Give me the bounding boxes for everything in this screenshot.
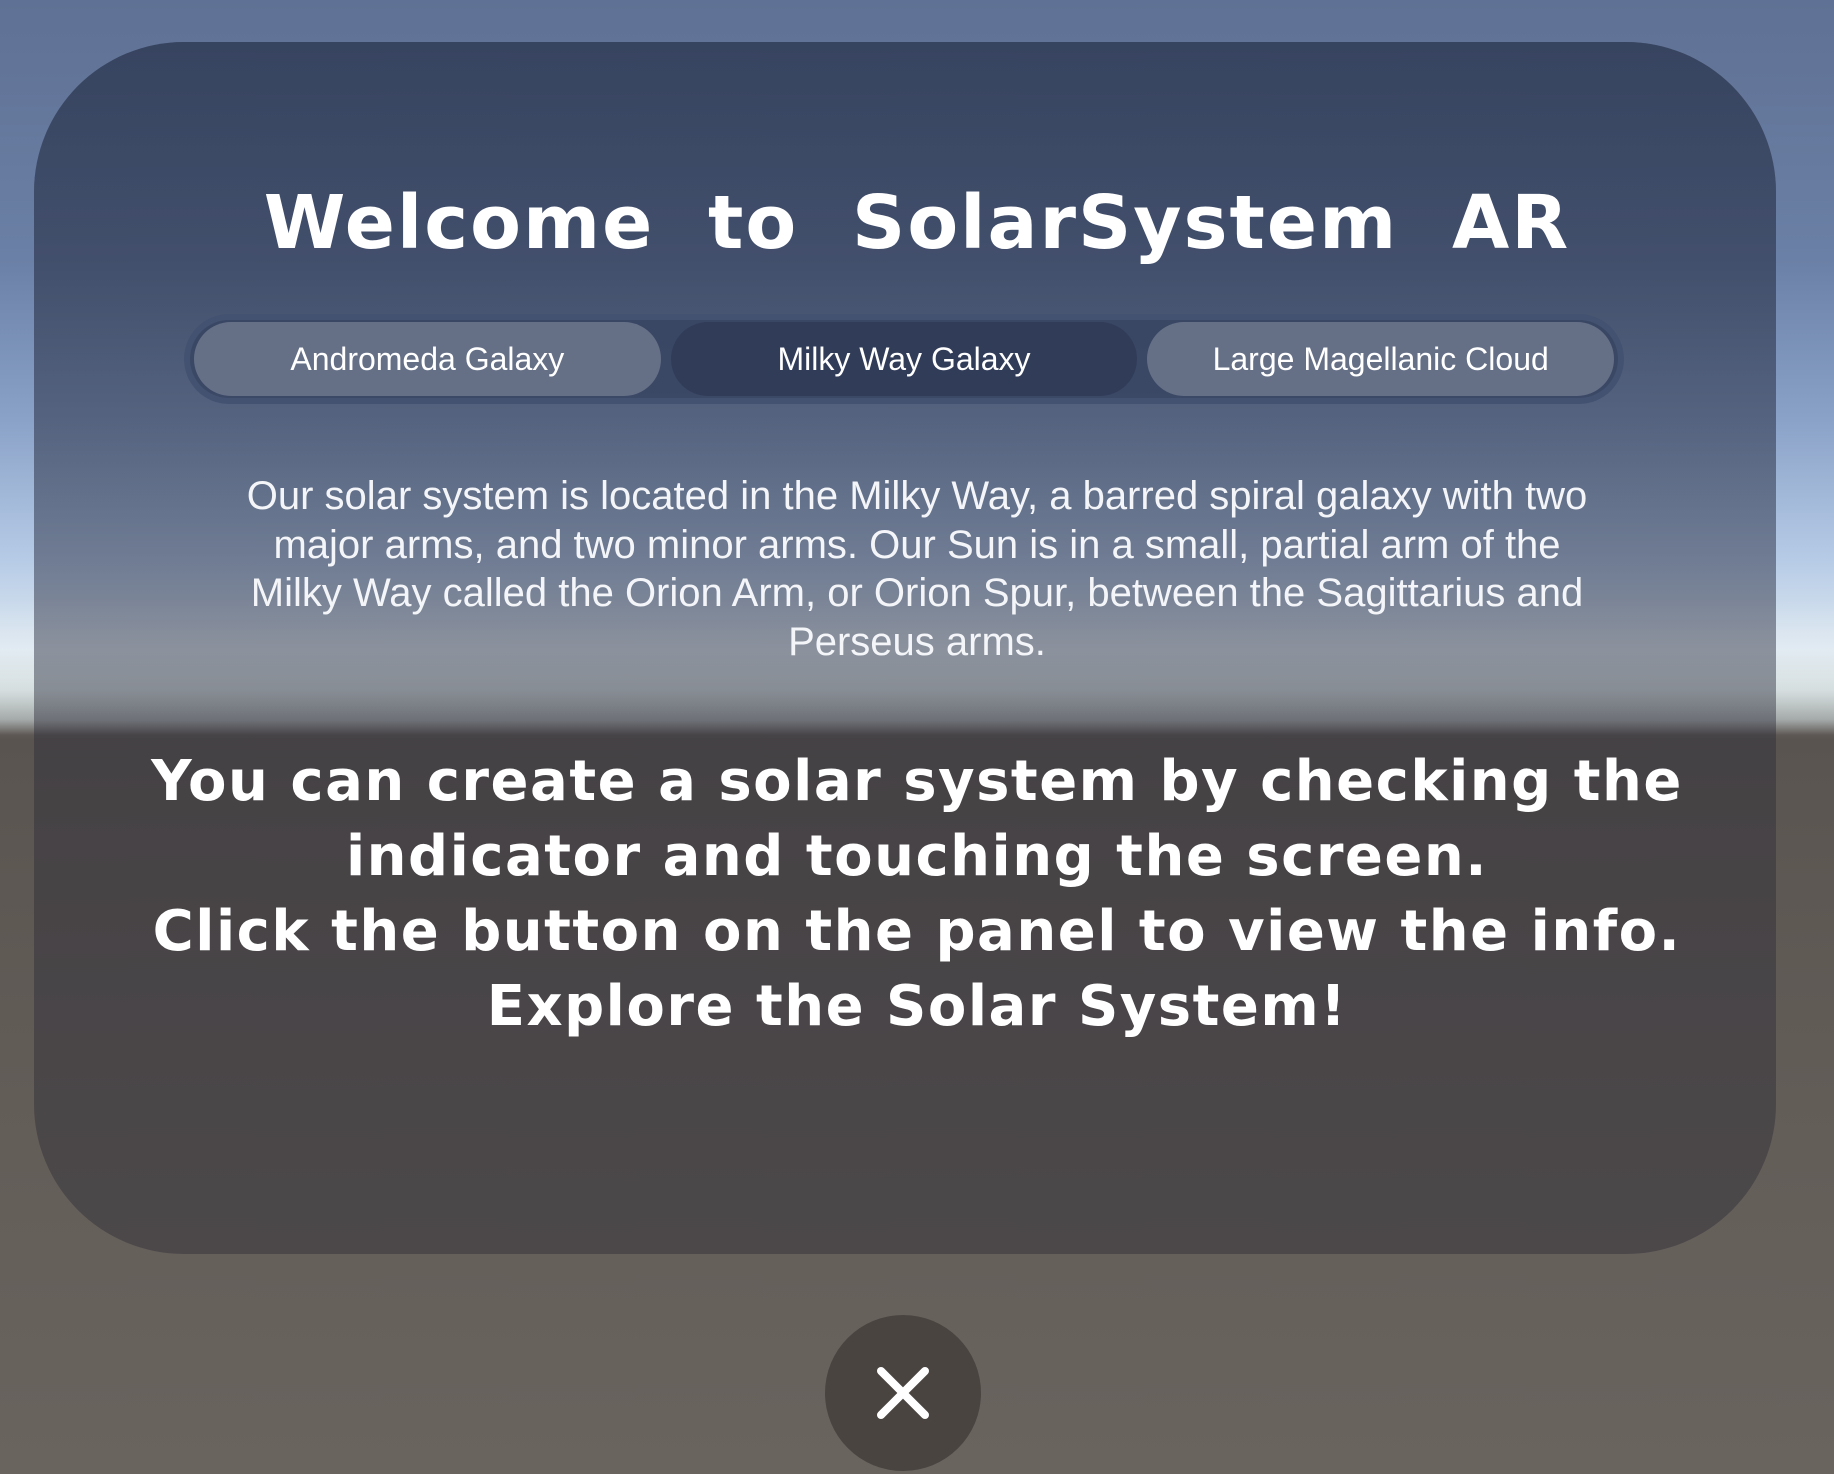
tab-andromeda-galaxy[interactable]: Andromeda Galaxy xyxy=(194,322,661,396)
galaxy-description: Our solar system is located in the Milky… xyxy=(246,474,1588,664)
instruction-line: Explore the Solar System! xyxy=(486,974,1348,1039)
close-button[interactable] xyxy=(825,1315,981,1471)
instruction-line: You can create a solar system by checkin… xyxy=(151,749,1683,814)
galaxy-tab-bar: Andromeda Galaxy Milky Way Galaxy Large … xyxy=(184,314,1624,404)
instruction-line: indicator and touching the screen. xyxy=(345,824,1489,889)
close-icon xyxy=(877,1367,929,1419)
page-title: Welcome to SolarSystem AR xyxy=(263,180,1571,266)
instructions-text: You can create a solar system by checkin… xyxy=(120,744,1714,1044)
instruction-line: Click the button on the panel to view th… xyxy=(152,899,1682,964)
tab-milky-way-galaxy[interactable]: Milky Way Galaxy xyxy=(670,322,1138,396)
tab-large-magellanic-cloud[interactable]: Large Magellanic Cloud xyxy=(1147,322,1615,396)
